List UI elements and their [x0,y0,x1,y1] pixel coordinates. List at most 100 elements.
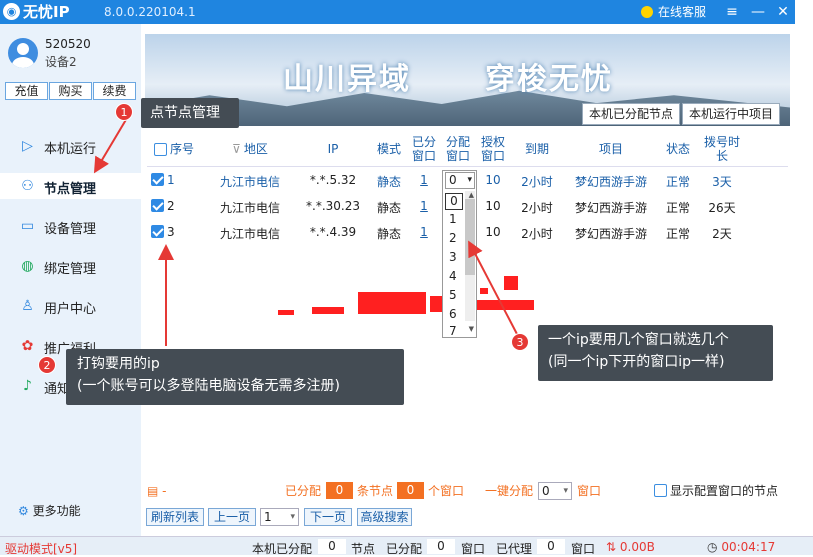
title-bar: ◉ 无忧IP 8.0.0.220104.1 在线客服 ≡ — ✕ [0,0,795,24]
nav-node-management[interactable]: ⚇ 节点管理 [0,173,141,199]
ip-cell: *.*.4.39 [309,225,357,239]
close-button[interactable]: ✕ [773,2,793,22]
dropdown-option[interactable]: 4 [449,269,457,283]
header-ip: IP [327,142,339,156]
header-expire: 到期 [524,142,549,156]
mode-cell: 静态 [376,201,401,215]
windows-label: 窗口 [461,542,486,556]
buy-button[interactable]: 购买 [49,82,92,100]
auth-cell: 10 [485,173,501,187]
minimize-button[interactable]: — [748,2,768,22]
mode-cell: 静态 [376,175,401,189]
row-checkbox[interactable] [151,225,164,238]
assign-window-dropdown[interactable]: 0 ▾ 0 1 2 3 4 5 6 7 ▲ ▼ [442,170,477,338]
redaction-mark [480,288,488,294]
dropdown-option[interactable]: 7 [449,324,457,338]
region-cell: 九江市电信 [219,175,280,189]
used-windows-link[interactable]: 1 [409,173,439,187]
smile-icon [641,6,653,18]
traffic-indicator: ⇅ 0.00B [606,540,655,554]
nav-device-management[interactable]: ▭ 设备管理 [0,213,141,239]
auth-cell: 10 [485,225,501,239]
scroll-up-icon[interactable]: ▲ [469,191,474,199]
expire-cell: 2小时 [521,175,553,189]
auth-cell: 10 [485,199,501,213]
next-page-button[interactable]: 下一页 [304,508,352,526]
proxied-windows: 0 [537,539,565,554]
prev-page-button[interactable]: 上一页 [208,508,256,526]
dropdown-option[interactable]: 1 [449,212,457,226]
dropdown-option[interactable]: 5 [449,288,457,302]
select-all-checkbox[interactable] [153,142,167,156]
dropdown-option[interactable]: 6 [449,307,457,321]
header-dial-duration: 拨号时长 [703,135,740,163]
assigned-nodes-count: 0 [326,482,353,499]
dropdown-option[interactable]: 2 [449,231,457,245]
row-checkbox[interactable] [151,199,164,212]
used-windows-link[interactable]: 1 [409,199,439,213]
row-checkbox[interactable] [151,173,164,186]
renew-button[interactable]: 续费 [93,82,136,100]
tab-local-assigned-nodes[interactable]: 本机已分配节点 [582,103,680,125]
scroll-down-icon[interactable]: ▼ [469,325,474,333]
play-icon: ▷ [22,138,33,154]
nav-bind-management[interactable]: ◍ 绑定管理 [0,253,141,279]
nodes-icon: ⚇ [21,178,34,194]
dial-cell: 3天 [712,175,732,189]
footer-hint: ▤ - [147,484,167,498]
assigned-windows-count: 0 [397,482,424,499]
app-title: 无忧IP [23,3,70,21]
chevron-down-icon: ▾ [290,512,295,522]
dropdown-option-selected[interactable]: 0 [445,193,463,210]
annotation-1: 点节点管理 [141,98,239,128]
nodes-label: 条节点 [357,484,394,498]
filter-icon: ⊽ [232,142,241,156]
region-cell: 九江市电信 [219,201,280,215]
show-config-checkbox[interactable] [654,484,667,497]
one-key-assign-select[interactable]: 0 ▾ [538,482,572,500]
one-key-assign-label: 一键分配 [485,484,534,498]
assigned-label: 已分配 [285,484,322,498]
header-region: ⊽ 地区 [232,142,268,156]
dropdown-scroll-thumb[interactable] [465,199,475,275]
redaction-mark [504,276,518,290]
chevron-down-icon: ▾ [467,175,472,185]
status-cell: 正常 [665,175,690,189]
clock-icon: ◷ [707,540,718,554]
recharge-button[interactable]: 充值 [5,82,48,100]
project-cell: 梦幻西游手游 [574,201,647,215]
gift-icon: ✿ [21,338,34,354]
dial-cell: 26天 [708,201,736,215]
one-key-unit: 窗口 [577,484,602,498]
message-icon: ▤ [147,484,159,498]
assign-window-select[interactable]: 0 ▾ [445,172,475,189]
refresh-list-button[interactable]: 刷新列表 [146,508,204,526]
ip-cell: *.*.5.32 [309,173,357,187]
annotation-2: 打钩要用的ip (一个账号可以多登陆电脑设备无需多注册) [66,349,404,405]
app-logo-icon: ◉ [3,3,20,20]
nav-user-center[interactable]: ♙ 用户中心 [0,293,141,319]
header-no[interactable]: 序号 [149,132,199,166]
gear-icon: ⚙ [18,504,29,518]
menu-icon[interactable]: ≡ [722,2,742,22]
proxied-unit: 窗口 [571,542,596,556]
app-version: 8.0.0.220104.1 [104,5,196,19]
mode-cell: 静态 [376,227,401,241]
proxied-label: 已代理 [496,542,533,556]
nodes-label: 节点 [351,542,376,556]
banner-title-right: 穿梭无忧 [485,62,613,97]
more-functions-button[interactable]: ⚙ 更多功能 [18,502,81,519]
advanced-search-button[interactable]: 高级搜索 [357,508,412,526]
step-badge-1: 1 [115,103,133,121]
customer-service-button[interactable]: 在线客服 [641,3,706,20]
transfer-icon: ⇅ [606,540,617,554]
show-config-toggle[interactable]: 显示配置窗口的节点 [654,482,778,500]
page-select[interactable]: 1 ▾ [260,508,299,526]
tab-local-running-projects[interactable]: 本机运行中项目 [682,103,780,125]
used-windows-link[interactable]: 1 [409,225,439,239]
header-auth-windows: 授权窗口 [480,135,505,163]
nav-local-run[interactable]: ▷ 本机运行 [0,133,141,159]
dropdown-option[interactable]: 3 [449,250,457,264]
ip-cell: *.*.30.23 [306,199,360,213]
bind-icon: ◍ [21,258,34,274]
